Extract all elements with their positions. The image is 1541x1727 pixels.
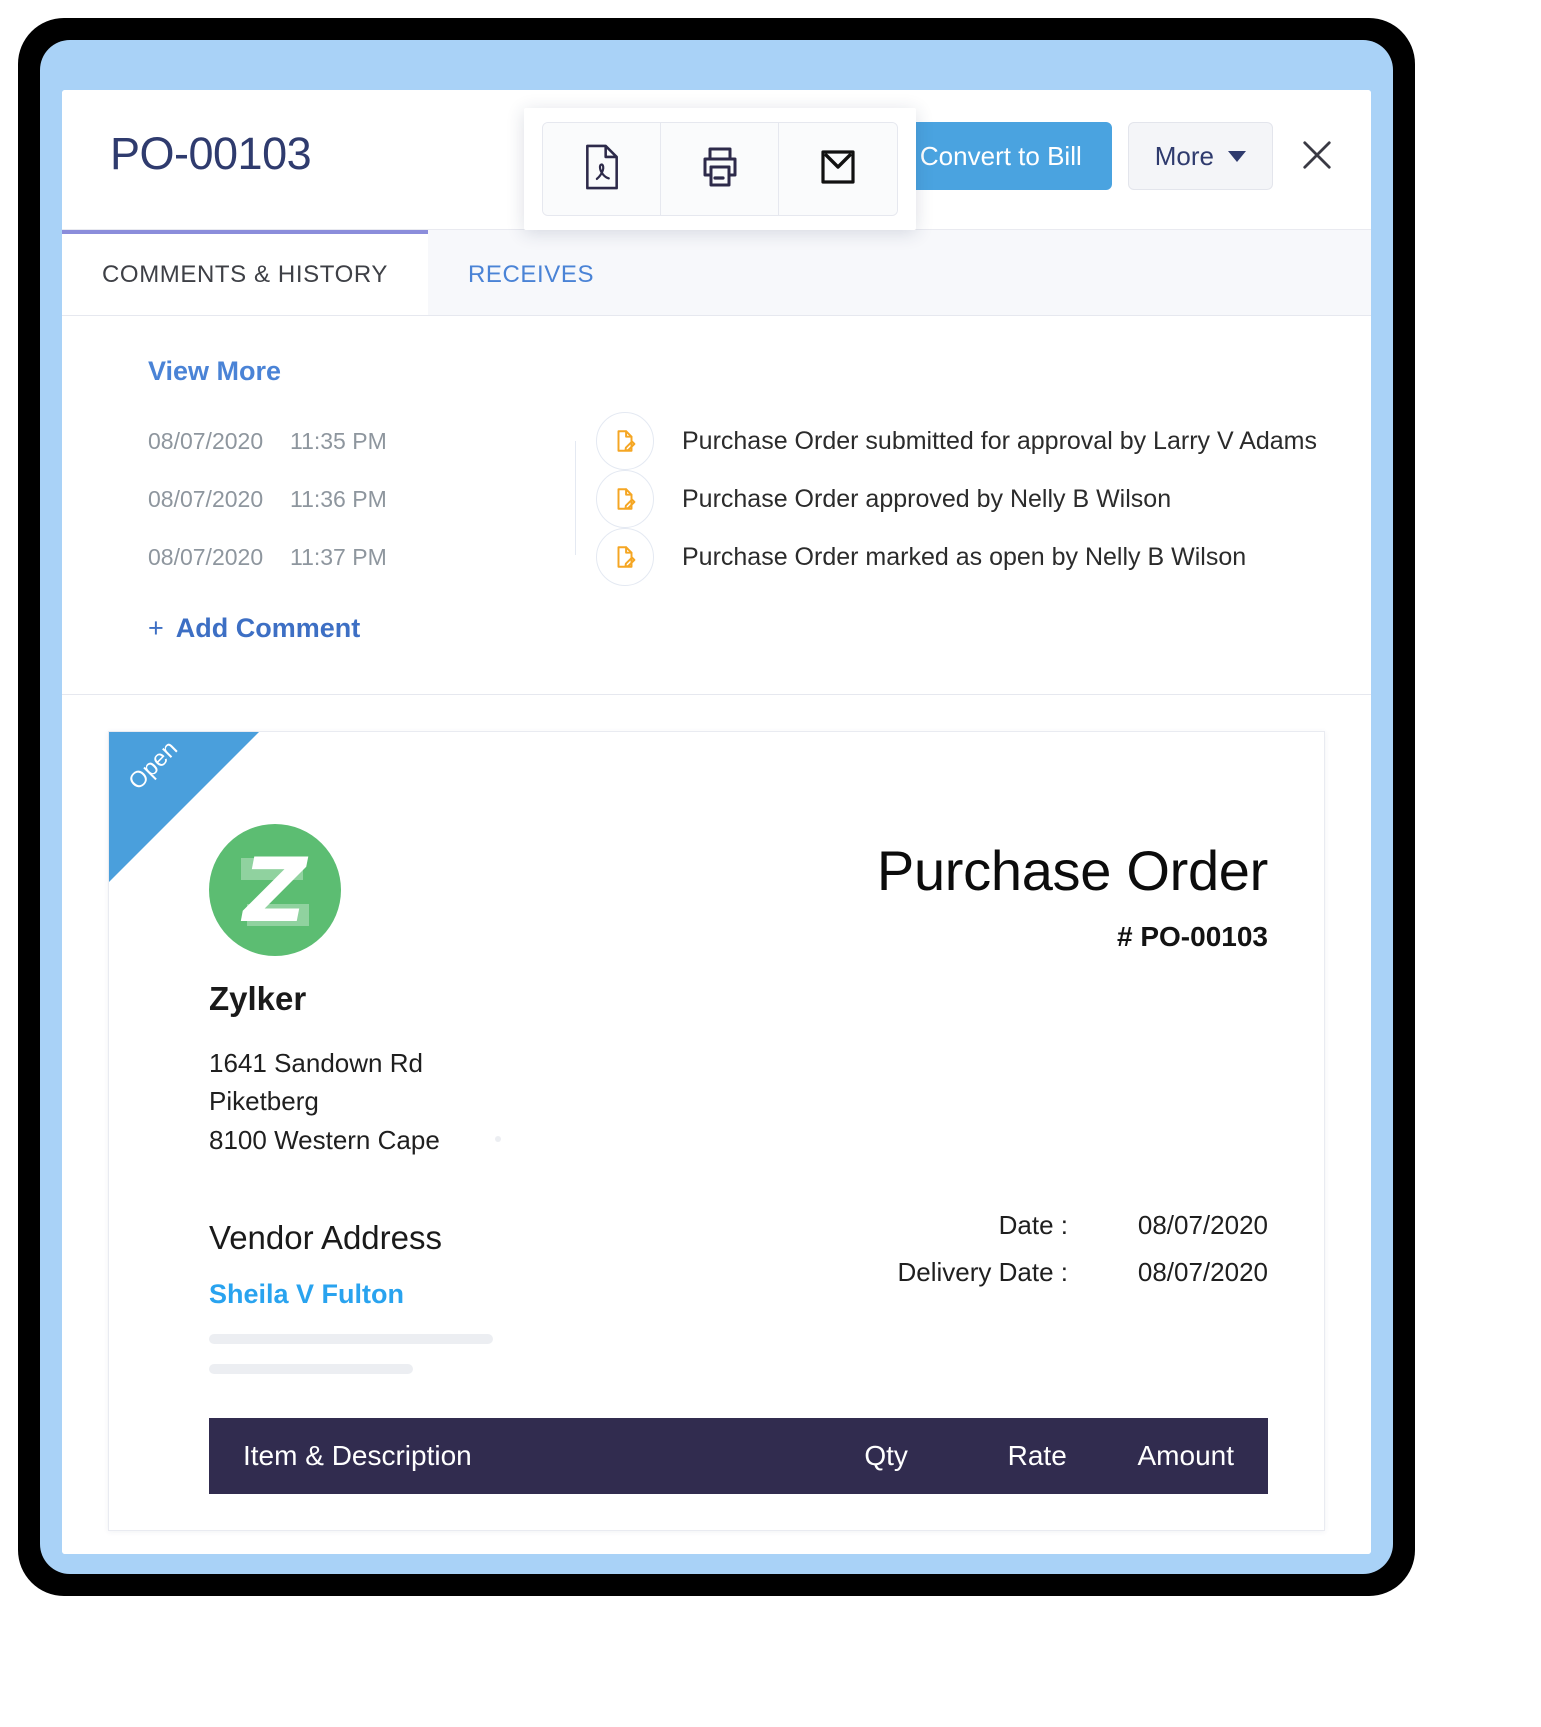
column-header-item: Item & Description [209, 1418, 760, 1495]
tab-bar: COMMENTS & HISTORY RECEIVES [62, 230, 1371, 316]
email-button[interactable] [779, 123, 897, 215]
purchase-order-window: PO-00103 Convert to Bill More COMMENTS &… [62, 90, 1371, 1554]
table-row: Onyx Vase 4.00 20.00 80.00 [209, 1494, 1268, 1530]
tab-comments-history[interactable]: COMMENTS & HISTORY [62, 230, 428, 315]
table-body: Onyx Vase 4.00 20.00 80.00 [209, 1494, 1268, 1530]
history-date: 08/07/2020 [148, 543, 264, 570]
document-title-block: Purchase Order # PO-00103 [877, 824, 1268, 953]
address-line: 1641 Sandown Rd [209, 1048, 423, 1078]
comments-history-section: View More 08/07/2020 11:35 PM Purchase O… [62, 316, 1371, 695]
table-header: Item & Description Qty Rate Amount [209, 1418, 1268, 1495]
history-entry: 08/07/2020 11:37 PM Purchase Order marke… [62, 528, 1371, 586]
line-items-table: Item & Description Qty Rate Amount Onyx … [209, 1418, 1268, 1530]
vendor-address-heading: Vendor Address [209, 1219, 442, 1257]
address-line: 8100 Western Cape [209, 1124, 440, 1155]
document-edit-icon [596, 412, 654, 470]
chevron-down-icon [1228, 150, 1246, 162]
company-name: Zylker [209, 980, 307, 1017]
column-header-amount: Amount [1066, 1418, 1268, 1495]
document-dates: Date : 08/07/2020 Delivery Date : 08/07/… [768, 1210, 1269, 1304]
company-address: 1641 Sandown Rd Piketberg 8100 Western C… [209, 1044, 493, 1159]
vendor-address-placeholder-dot [495, 1136, 501, 1142]
pdf-icon [580, 142, 624, 197]
column-header-qty: Qty [759, 1418, 908, 1495]
table-header-row: Item & Description Qty Rate Amount [209, 1418, 1268, 1495]
device-frame: PO-00103 Convert to Bill More COMMENTS &… [18, 18, 1415, 1596]
cell-qty: 4.00 [759, 1494, 908, 1530]
cell-item: Onyx Vase [209, 1494, 760, 1530]
history-date: 08/07/2020 [148, 427, 264, 454]
delivery-date-row: Delivery Date : 08/07/2020 [768, 1257, 1269, 1288]
history-time: 11:36 PM [290, 485, 387, 512]
close-button[interactable] [1289, 128, 1345, 184]
document-number: # PO-00103 [1117, 921, 1268, 952]
history-text: Purchase Order submitted for approval by… [682, 426, 1318, 455]
column-header-rate: Rate [907, 1418, 1067, 1495]
page-title: PO-00103 [110, 128, 312, 179]
date-row: Date : 08/07/2020 [768, 1210, 1268, 1241]
document-preview-wrap: Open Z Zylker 1641 Sandown Rd Piketberg … [62, 695, 1371, 1554]
more-button[interactable]: More [1127, 122, 1273, 190]
cell-rate: 20.00 [907, 1494, 1067, 1530]
company-block: Z Zylker 1641 Sandown Rd Piketberg 8100 … [209, 824, 501, 1375]
history-text: Purchase Order approved by Nelly B Wilso… [682, 484, 1172, 513]
delivery-date-label: Delivery Date : [897, 1257, 1069, 1287]
device-screen: PO-00103 Convert to Bill More COMMENTS &… [40, 40, 1393, 1574]
vendor-name-link[interactable]: Sheila V Fulton [209, 1279, 493, 1310]
convert-to-bill-button[interactable]: Convert to Bill [889, 122, 1112, 190]
history-text: Purchase Order marked as open by Nelly B… [682, 542, 1247, 571]
document-title: Purchase Order [876, 839, 1268, 902]
date-value: 08/07/2020 [1137, 1210, 1268, 1240]
date-label: Date : [998, 1210, 1068, 1240]
add-comment-button[interactable]: + Add Comment [148, 613, 360, 644]
pdf-button[interactable] [543, 123, 661, 215]
tab-receives[interactable]: RECEIVES [427, 230, 635, 315]
plus-icon: + [148, 613, 164, 643]
export-toolbar-group [542, 122, 898, 216]
history-entry: 08/07/2020 11:36 PM Purchase Order appro… [62, 470, 1371, 528]
history-time: 11:35 PM [290, 427, 387, 454]
cell-amount: 80.00 [1066, 1494, 1268, 1530]
address-line: Piketberg [209, 1086, 319, 1117]
history-time: 11:37 PM [290, 543, 387, 570]
export-toolbar-popup [524, 108, 916, 230]
document-edit-icon [596, 470, 654, 528]
more-label: More [1154, 140, 1214, 171]
document-edit-icon [596, 528, 654, 586]
print-button[interactable] [661, 123, 779, 215]
history-list: 08/07/2020 11:35 PM Purchase Order submi… [62, 412, 1371, 586]
print-icon [696, 143, 744, 196]
delivery-date-value: 08/07/2020 [1137, 1257, 1268, 1287]
email-icon [814, 143, 862, 196]
view-more-link[interactable]: View More [148, 356, 281, 387]
purchase-order-document: Open Z Zylker 1641 Sandown Rd Piketberg … [108, 731, 1325, 1531]
document-body: Z Zylker 1641 Sandown Rd Piketberg 8100 … [109, 732, 1324, 1375]
add-comment-label: Add Comment [175, 613, 361, 643]
history-date: 08/07/2020 [148, 485, 264, 512]
history-entry: 08/07/2020 11:35 PM Purchase Order submi… [62, 412, 1371, 470]
status-ribbon [109, 732, 259, 882]
close-icon [1296, 134, 1338, 179]
vendor-address-placeholder [209, 1334, 493, 1345]
vendor-address-placeholder [209, 1364, 413, 1375]
